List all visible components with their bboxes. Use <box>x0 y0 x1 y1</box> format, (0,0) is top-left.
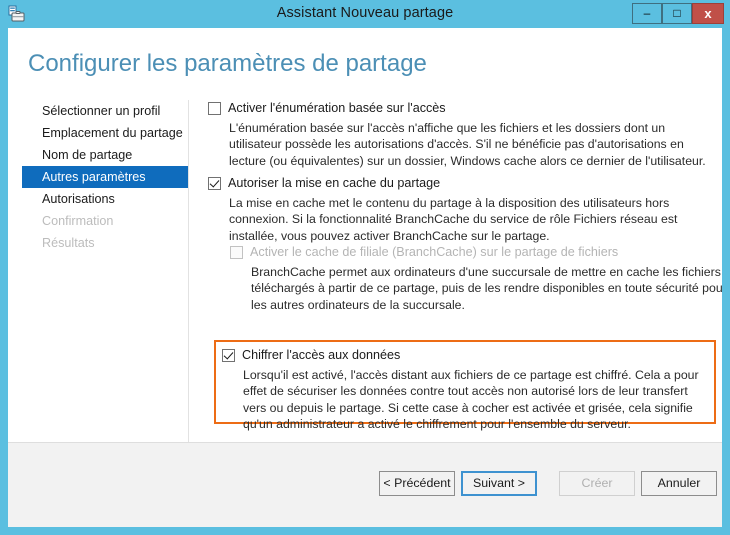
client-area: Configurer les paramètres de partage Sél… <box>8 28 722 527</box>
option-access-based-enumeration: Activer l'énumération basée sur l'accès … <box>208 100 708 169</box>
branch-cache-label: Activer le cache de filiale (BranchCache… <box>250 245 619 259</box>
close-button[interactable]: x <box>692 3 724 24</box>
encrypt-data-access-label: Chiffrer l'accès aux données <box>242 348 401 362</box>
access-based-enumeration-row[interactable]: Activer l'énumération basée sur l'accès <box>208 100 708 116</box>
window-title: Assistant Nouveau partage <box>276 5 454 21</box>
option-allow-caching: Autoriser la mise en cache du partage La… <box>208 175 708 244</box>
access-based-enumeration-description: L'énumération basée sur l'accès n'affich… <box>229 121 706 168</box>
cancel-button[interactable]: Annuler <box>641 471 717 496</box>
access-based-enumeration-label: Activer l'énumération basée sur l'accès <box>228 101 446 115</box>
sidebar-item-confirmation: Confirmation <box>42 214 114 228</box>
close-icon: x <box>704 6 712 21</box>
create-button: Créer <box>559 471 635 496</box>
option-branch-cache: Activer le cache de filiale (BranchCache… <box>230 244 722 313</box>
encrypt-data-access-description: Lorsqu'il est activé, l'accès distant au… <box>243 368 699 431</box>
sidebar-item-permissions[interactable]: Autorisations <box>22 188 188 210</box>
branch-cache-row: Activer le cache de filiale (BranchCache… <box>230 244 708 260</box>
branch-cache-description: BranchCache permet aux ordinateurs d'une… <box>251 265 722 312</box>
branch-cache-checkbox <box>230 246 243 259</box>
page-title: Configurer les paramètres de partage <box>28 50 427 77</box>
sidebar-item-share-name[interactable]: Nom de partage <box>22 144 188 166</box>
footer-bar: < Précédent Suivant > Créer Annuler <box>8 443 722 527</box>
wizard-window: Assistant Nouveau partage – □ x Configur… <box>0 0 730 535</box>
sidebar-item-share-location[interactable]: Emplacement du partage <box>22 122 188 144</box>
sidebar-item-select-profile[interactable]: Sélectionner un profil <box>22 100 188 122</box>
access-based-enumeration-checkbox[interactable] <box>208 102 221 115</box>
allow-caching-row[interactable]: Autoriser la mise en cache du partage <box>208 175 708 191</box>
minimize-icon: – <box>643 6 651 20</box>
minimize-button[interactable]: – <box>632 3 662 24</box>
next-button[interactable]: Suivant > <box>461 471 537 496</box>
sidebar-item-results: Résultats <box>42 236 95 250</box>
allow-caching-label: Autoriser la mise en cache du partage <box>228 176 441 190</box>
allow-caching-description: La mise en cache met le contenu du parta… <box>229 196 678 243</box>
encrypt-data-access-row[interactable]: Chiffrer l'accès aux données <box>222 347 708 363</box>
sidebar-item-other-settings[interactable]: Autres paramètres <box>22 166 188 188</box>
previous-button[interactable]: < Précédent <box>379 471 455 496</box>
title-bar: Assistant Nouveau partage – □ x <box>0 0 730 28</box>
maximize-button[interactable]: □ <box>662 3 692 24</box>
nav-divider <box>188 100 189 482</box>
encrypt-data-access-checkbox[interactable] <box>222 349 235 362</box>
allow-caching-checkbox[interactable] <box>208 177 221 190</box>
wizard-steps-nav: Sélectionner un profil Emplacement du pa… <box>22 100 188 254</box>
maximize-icon: □ <box>673 6 681 20</box>
